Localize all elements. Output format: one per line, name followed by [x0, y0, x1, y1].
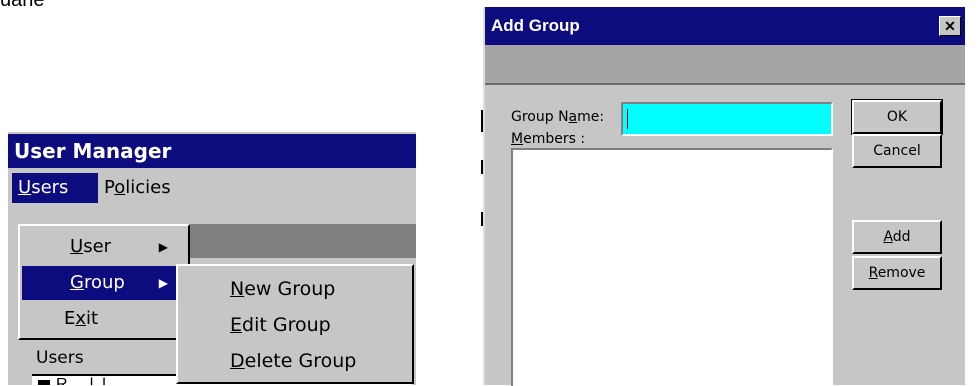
remove-button-mnemonic: R: [868, 265, 878, 281]
add-button-label: dd: [892, 229, 911, 245]
remove-button[interactable]: Remove: [852, 256, 942, 290]
menu-item-user[interactable]: User ▶: [22, 230, 186, 264]
user-icon: [38, 379, 50, 385]
menu-users[interactable]: Users: [12, 173, 98, 203]
users-section-label: Users: [36, 348, 84, 368]
remove-button-label: emove: [877, 265, 926, 281]
background-text-fragment: uane: [0, 0, 45, 11]
user-manager-menubar: Users Policies: [8, 170, 416, 206]
add-group-titlebar: Add Group: [485, 7, 965, 45]
ok-button[interactable]: OK: [851, 99, 943, 135]
menu-users-mnemonic: U: [18, 177, 32, 198]
submenu-arrow-icon: ▶: [158, 240, 168, 254]
add-group-dialog: Add Group ✕ Group Name: Members : OK Can…: [483, 7, 965, 386]
menu-item-exit-label: it: [86, 308, 99, 329]
group-name-label-pre: Group N: [511, 109, 569, 125]
menu-policies-label-pre: P: [104, 177, 115, 198]
user-manager-titlebar: User Manager: [8, 134, 416, 168]
members-label-rest: embers :: [523, 131, 586, 147]
members-mnemonic: M: [511, 131, 524, 147]
dialog-divider: [485, 83, 965, 85]
submenu-arrow-icon: ▶: [158, 276, 168, 290]
menu-item-exit[interactable]: Exit: [22, 302, 186, 336]
users-dropdown-menu: User ▶ Group ▶ Exit: [18, 224, 190, 340]
menu-item-user-mnemonic: U: [70, 236, 84, 257]
submenu-new-group-mnemonic: N: [230, 278, 245, 300]
submenu-delete-group-label: elete Group: [244, 350, 357, 372]
group-name-label: Group Name:: [511, 109, 604, 125]
group-submenu: New Group Edit Group Delete Group: [176, 264, 414, 384]
submenu-new-group-label: ew Group: [244, 278, 336, 300]
cancel-button[interactable]: Cancel: [852, 134, 942, 168]
group-name-mnemonic: a: [568, 109, 578, 125]
submenu-item-edit-group[interactable]: Edit Group: [230, 308, 331, 342]
members-label: Members :: [511, 131, 585, 147]
add-button[interactable]: Add: [852, 220, 942, 254]
submenu-edit-group-label: dit Group: [242, 314, 331, 336]
submenu-delete-group-mnemonic: D: [230, 350, 245, 372]
close-icon[interactable]: ✕: [939, 16, 961, 36]
text-caret: [627, 109, 628, 129]
submenu-item-delete-group[interactable]: Delete Group: [230, 344, 356, 378]
group-name-label-rest: me:: [577, 109, 605, 125]
menu-policies[interactable]: Policies: [104, 173, 171, 203]
add-button-mnemonic: A: [883, 229, 893, 245]
menu-item-group[interactable]: Group ▶: [22, 266, 186, 300]
list-item: R... .l .l: [56, 376, 106, 385]
group-name-input[interactable]: [621, 102, 833, 136]
submenu-item-new-group[interactable]: New Group: [230, 272, 335, 306]
menu-item-exit-mnemonic: x: [75, 308, 87, 329]
members-listbox[interactable]: [511, 148, 833, 386]
menu-policies-label: licies: [125, 177, 171, 198]
menu-item-group-label: roup: [83, 272, 125, 293]
toolbar-strip: [186, 224, 416, 258]
menu-item-group-mnemonic: G: [70, 272, 84, 293]
menu-item-user-label: ser: [83, 236, 112, 257]
user-manager-window: User Manager Users Policies User ▶ Group…: [6, 130, 416, 385]
menu-users-label: sers: [31, 177, 69, 198]
dialog-toolbar-strip: [485, 45, 965, 83]
menu-policies-mnemonic: o: [114, 177, 126, 198]
menu-item-exit-label-pre: E: [64, 308, 76, 329]
submenu-edit-group-mnemonic: E: [230, 314, 243, 336]
